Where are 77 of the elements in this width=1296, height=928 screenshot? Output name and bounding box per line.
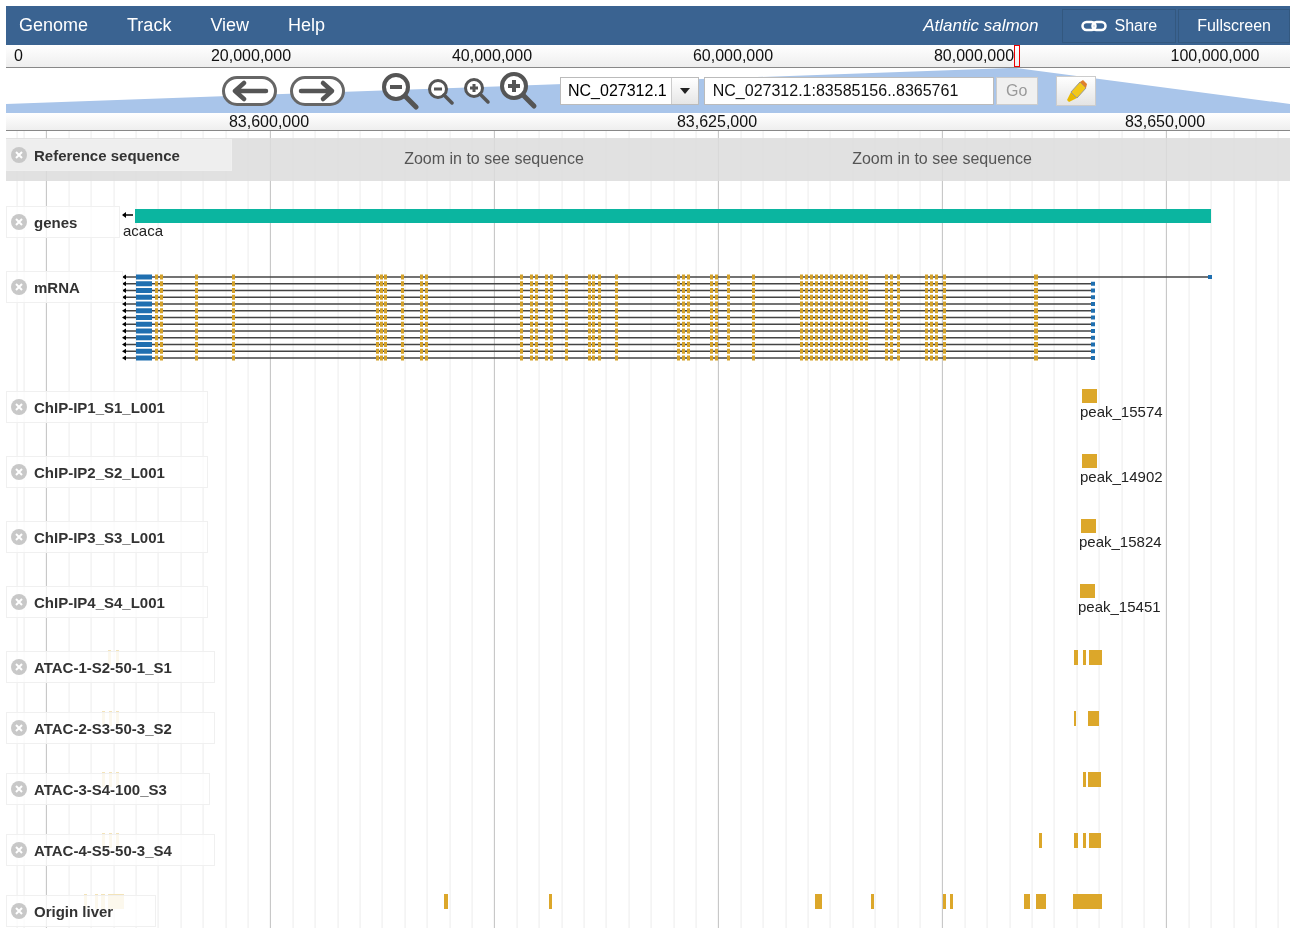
link-icon xyxy=(1081,19,1108,32)
track-name: genes xyxy=(34,213,78,231)
transcript[interactable] xyxy=(122,301,1095,307)
track-name: ATAC-1-S2-50-1_S1 xyxy=(34,658,172,676)
track-label[interactable]: ChIP-IP1_S1_L001 xyxy=(6,391,208,423)
track-name: ChIP-IP2_S2_L001 xyxy=(34,463,165,481)
dataset-name: Atlantic salmon xyxy=(923,15,1039,36)
transcript[interactable] xyxy=(122,294,1095,300)
zoom-in-icon xyxy=(498,71,538,110)
track-name: mRNA xyxy=(34,278,80,296)
transcript[interactable] xyxy=(122,281,1095,287)
transcript[interactable] xyxy=(122,342,1095,347)
track-name: ATAC-4-S5-50-3_S4 xyxy=(34,841,172,859)
zoom-out-button[interactable] xyxy=(426,76,456,105)
fullscreen-button[interactable]: Fullscreen xyxy=(1178,8,1290,43)
track-name: Origin liver xyxy=(34,902,114,920)
peak-label: peak_15824 xyxy=(1079,533,1162,550)
track-label[interactable]: ATAC-3-S4-100_S3 xyxy=(6,773,210,805)
track-label[interactable]: Reference sequence xyxy=(6,139,232,171)
zoom-out-icon xyxy=(380,71,420,110)
ruler-label: 0 xyxy=(14,47,23,65)
ruler-label: 100,000,000 xyxy=(1170,47,1260,65)
transcript[interactable] xyxy=(122,355,1095,361)
track-label[interactable]: ATAC-2-S3-50-3_S2 xyxy=(6,712,215,744)
track-label[interactable]: Origin liver xyxy=(6,895,157,927)
location-field[interactable]: NC_027312.1:83585156..8365761 xyxy=(703,76,994,105)
transcript[interactable] xyxy=(122,315,1095,320)
ruler-label: 83,600,000 xyxy=(228,113,310,131)
track-label[interactable]: genes xyxy=(6,206,121,238)
track-name: ChIP-IP4_S4_L001 xyxy=(34,593,165,611)
menu-item[interactable]: View xyxy=(197,15,263,36)
caret-icon xyxy=(679,87,690,94)
peak-label: peak_15574 xyxy=(1080,403,1163,420)
track-label[interactable]: mRNA xyxy=(6,271,123,303)
pan-left-button[interactable] xyxy=(222,75,277,106)
pan-right-button[interactable] xyxy=(290,75,345,106)
peak-label: peak_14902 xyxy=(1080,468,1163,485)
gene-label: acaca xyxy=(123,222,164,239)
zoom-out-button[interactable] xyxy=(380,71,420,110)
zoom-in-button[interactable] xyxy=(462,76,492,105)
track-label[interactable]: ATAC-4-S5-50-3_S4 xyxy=(6,834,215,866)
track-name: ChIP-IP1_S1_L001 xyxy=(34,398,165,416)
track-name: ChIP-IP3_S3_L001 xyxy=(34,528,165,546)
track-label[interactable]: ATAC-1-S2-50-1_S1 xyxy=(6,651,215,683)
ruler-label: 20,000,000 xyxy=(210,47,292,65)
transcript[interactable] xyxy=(122,348,1095,354)
sequence-message: Zoom in to see sequence xyxy=(852,150,1032,168)
view-marker[interactable] xyxy=(1014,45,1020,67)
ruler-label: 83,625,000 xyxy=(676,113,758,131)
transcript[interactable] xyxy=(122,274,1212,280)
share-button[interactable]: Share xyxy=(1062,8,1177,43)
track-label[interactable]: ChIP-IP4_S4_L001 xyxy=(6,586,208,618)
ruler-label: 80,000,000 xyxy=(933,47,1015,65)
zoom-out-icon xyxy=(426,76,456,105)
overview-ruler[interactable]: 0 20,000,000 40,000,000 60,000,000 80,000,000 100,000,000 xyxy=(6,45,1290,68)
track-name: ATAC-3-S4-100_S3 xyxy=(34,780,167,798)
track-name: Reference sequence xyxy=(34,146,180,164)
track-label[interactable]: ChIP-IP2_S2_L001 xyxy=(6,456,208,488)
sequence-message: Zoom in to see sequence xyxy=(404,150,584,168)
ruler-label: 83,650,000 xyxy=(1124,113,1206,131)
transcript[interactable] xyxy=(122,328,1095,334)
peak-label: peak_15451 xyxy=(1078,598,1161,615)
track-name: ATAC-2-S3-50-3_S2 xyxy=(34,719,172,737)
transcript[interactable] xyxy=(122,308,1095,314)
zoom-in-icon xyxy=(462,76,492,105)
reference-dropdown[interactable]: NC_027312.1 xyxy=(560,76,699,105)
highlight-button[interactable] xyxy=(1055,75,1096,106)
menu-item[interactable]: Genome xyxy=(6,15,102,36)
zoom-in-button[interactable] xyxy=(498,71,538,110)
menu-item[interactable]: Help xyxy=(275,15,339,36)
ruler-label: 40,000,000 xyxy=(451,47,533,65)
transcript[interactable] xyxy=(122,288,1095,293)
transcript[interactable] xyxy=(122,335,1095,341)
ruler-label: 60,000,000 xyxy=(692,47,774,65)
menu-item[interactable]: Track xyxy=(114,15,185,36)
track-label[interactable]: ChIP-IP3_S3_L001 xyxy=(6,521,208,553)
transcript[interactable] xyxy=(122,321,1095,327)
